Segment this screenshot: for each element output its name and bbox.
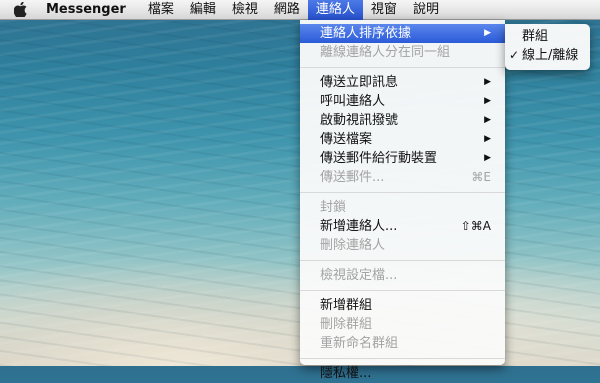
submenu-arrow-icon: ▶ — [484, 96, 491, 106]
menu-help[interactable]: 說明 — [405, 0, 447, 20]
menu-item-send-mail-to-mobile[interactable]: 傳送郵件給行動裝置 ▶ — [300, 149, 505, 168]
shortcut-label: ⌘E — [471, 170, 491, 184]
menu-item-send-instant-message[interactable]: 傳送立即訊息 ▶ — [300, 73, 505, 92]
menu-separator — [300, 358, 505, 359]
submenu-arrow-icon: ▶ — [484, 153, 491, 163]
contacts-dropdown-menu: 連絡人排序依據 ▶ 離線連絡人分在同一組 傳送立即訊息 ▶ 呼叫連絡人 ▶ 啟動… — [300, 20, 505, 381]
menu-item-new-group[interactable]: 新增群組 — [300, 296, 505, 315]
checkmark-icon: ✓ — [509, 48, 520, 62]
menu-contacts[interactable]: 連絡人 — [307, 0, 363, 20]
app-menu[interactable]: Messenger — [46, 2, 126, 17]
menu-bar: Messenger 檔案 編輯 檢視 網路 連絡人 視窗 說明 — [0, 0, 600, 20]
apple-icon[interactable] — [14, 2, 30, 18]
menu-item-send-mail[interactable]: 傳送郵件... ⌘E — [300, 168, 505, 187]
shortcut-label: ⇧⌘A — [460, 219, 491, 233]
menu-item-delete-group[interactable]: 刪除群組 — [300, 315, 505, 334]
menu-edit[interactable]: 編輯 — [182, 0, 224, 20]
menu-view[interactable]: 檢視 — [224, 0, 266, 20]
menu-item-group-offline-contacts[interactable]: 離線連絡人分在同一組 — [300, 43, 505, 62]
menu-separator — [300, 67, 505, 68]
menu-window[interactable]: 視窗 — [363, 0, 405, 20]
submenu-arrow-icon: ▶ — [484, 28, 491, 38]
menu-item-start-video-call[interactable]: 啟動視訊撥號 ▶ — [300, 111, 505, 130]
submenu-arrow-icon: ▶ — [484, 77, 491, 87]
menu-item-block[interactable]: 封鎖 — [300, 198, 505, 217]
menu-item-send-file[interactable]: 傳送檔案 ▶ — [300, 130, 505, 149]
menu-item-call-contact[interactable]: 呼叫連絡人 ▶ — [300, 92, 505, 111]
menu-item-privacy[interactable]: 隱私權... — [300, 364, 505, 383]
sort-by-submenu: 群組 ✓ 線上/離線 — [505, 24, 590, 70]
menu-item-add-contact[interactable]: 新增連絡人... ⇧⌘A — [300, 217, 505, 236]
menu-network[interactable]: 網路 — [266, 0, 308, 20]
menu-separator — [300, 290, 505, 291]
submenu-item-online-offline[interactable]: ✓ 線上/離線 — [505, 46, 590, 65]
submenu-arrow-icon: ▶ — [484, 115, 491, 125]
menu-file[interactable]: 檔案 — [140, 0, 182, 20]
menu-separator — [300, 192, 505, 193]
menu-separator — [300, 260, 505, 261]
menu-item-delete-contact[interactable]: 刪除連絡人 — [300, 236, 505, 255]
menu-item-view-profile[interactable]: 檢視設定檔... — [300, 266, 505, 285]
menu-item-sort-contacts-by[interactable]: 連絡人排序依據 ▶ — [300, 24, 505, 43]
submenu-arrow-icon: ▶ — [484, 134, 491, 144]
submenu-item-group[interactable]: 群組 — [505, 27, 590, 46]
menu-item-rename-group[interactable]: 重新命名群組 — [300, 334, 505, 353]
